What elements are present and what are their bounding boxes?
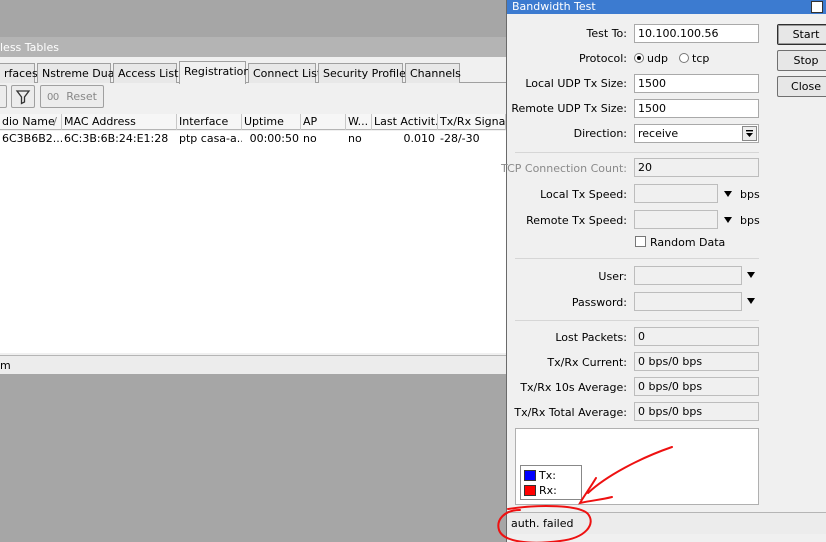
remote-tx-speed-unit: bps xyxy=(740,214,760,227)
local-udp-tx-size-input[interactable]: 1500 xyxy=(634,74,759,93)
cell-txrx-signal: -28/-30 xyxy=(440,132,480,145)
cell-last-activity: 0.010 xyxy=(403,132,436,145)
sort-icon: / xyxy=(53,115,57,128)
tab-nstreme-dual[interactable]: Nstreme Dual xyxy=(37,63,118,83)
remote-udp-tx-size-input[interactable]: 1500 xyxy=(634,99,759,118)
password-dropdown-icon[interactable] xyxy=(747,298,755,304)
tx-color-swatch xyxy=(524,470,536,481)
separator xyxy=(515,258,759,259)
cell-radio-name: 6C3B6B2... xyxy=(2,132,62,145)
cell-ap: no xyxy=(303,132,317,145)
column-header-txrx-signal[interactable]: Tx/Rx Signal xyxy=(438,114,506,130)
bandwidth-test-window: Bandwidth Test Start Stop Close Test To:… xyxy=(501,0,826,542)
tcp-connection-count-input[interactable]: 20 xyxy=(634,158,759,177)
dropdown-arrow-icon[interactable] xyxy=(742,126,757,141)
test-to-input[interactable]: 10.100.100.56 xyxy=(634,24,759,43)
direction-select[interactable]: receive xyxy=(634,124,759,143)
filter-icon xyxy=(15,90,31,105)
tab-security-profiles[interactable]: Security Profiles xyxy=(318,63,412,83)
reset-counters-button[interactable]: 00 Reset xyxy=(40,85,104,108)
user-label: User: xyxy=(598,270,627,283)
bandwidth-test-titlebar[interactable]: Bandwidth Test xyxy=(507,0,826,14)
column-header-interface[interactable]: Interface xyxy=(177,114,242,130)
rx-color-swatch xyxy=(524,485,536,496)
tab-channels[interactable]: Channels xyxy=(405,63,461,83)
random-data-checkbox[interactable] xyxy=(635,236,646,247)
status-text: auth. failed xyxy=(511,517,574,530)
lost-packets-value: 0 xyxy=(634,327,759,346)
direction-label: Direction: xyxy=(573,127,627,140)
reset-label: Reset xyxy=(66,90,97,103)
maximize-icon[interactable] xyxy=(811,1,823,13)
table-header: dio Name / MAC Address Interface Uptime … xyxy=(0,114,506,130)
stop-button[interactable]: Stop xyxy=(777,50,826,71)
tab-bar: rfaces Nstreme Dual Access List Registra… xyxy=(0,61,506,84)
test-to-label: Test To: xyxy=(586,27,627,40)
traffic-graph: Tx: Rx: xyxy=(515,428,759,505)
column-header-ap[interactable]: AP xyxy=(301,114,346,130)
tab-registration[interactable]: Registration xyxy=(179,61,250,84)
protocol-udp-radio[interactable] xyxy=(634,53,644,63)
txrx-10s-average-label: Tx/Rx 10s Average: xyxy=(520,381,627,394)
protocol-udp-label: udp xyxy=(647,52,668,65)
txrx-current-value: 0 bps/0 bps xyxy=(634,352,759,371)
direction-value: receive xyxy=(638,127,679,140)
local-tx-speed-label: Local Tx Speed: xyxy=(540,188,627,201)
cell-wds: no xyxy=(348,132,362,145)
status-bar: m xyxy=(0,355,506,374)
window-title: less Tables xyxy=(0,41,59,54)
tcp-connection-count-label: TCP Connection Count: xyxy=(501,162,627,175)
lost-packets-label: Lost Packets: xyxy=(555,331,627,344)
tx-legend-label: Tx: xyxy=(539,469,556,482)
status-text: m xyxy=(0,359,11,372)
local-tx-speed-dropdown-icon[interactable] xyxy=(724,191,732,197)
tab-access-list[interactable]: Access List xyxy=(113,63,178,83)
txrx-total-average-value: 0 bps/0 bps xyxy=(634,402,759,421)
status-bar: auth. failed xyxy=(507,512,826,534)
wireless-tables-titlebar[interactable]: less Tables xyxy=(0,37,506,57)
txrx-10s-average-value: 0 bps/0 bps xyxy=(634,377,759,396)
password-input[interactable] xyxy=(634,292,742,311)
protocol-tcp-label: tcp xyxy=(692,52,710,65)
separator xyxy=(515,320,759,321)
rx-legend-label: Rx: xyxy=(539,484,557,497)
wireless-tables-window: less Tables rfaces Nstreme Dual Access L… xyxy=(0,37,506,374)
window-title: Bandwidth Test xyxy=(512,0,596,13)
start-button[interactable]: Start xyxy=(777,24,826,45)
separator xyxy=(515,152,759,153)
cell-interface: ptp casa-a... xyxy=(179,132,242,145)
remote-tx-speed-input[interactable] xyxy=(634,210,718,229)
user-input[interactable] xyxy=(634,266,742,285)
remote-tx-speed-label: Remote Tx Speed: xyxy=(526,214,627,227)
cell-uptime: 00:00:50 xyxy=(249,132,299,145)
tab-connect-list[interactable]: Connect List xyxy=(248,63,321,83)
column-header-radio-name[interactable]: dio Name / xyxy=(0,114,62,130)
txrx-total-average-label: Tx/Rx Total Average: xyxy=(514,406,627,419)
reset-counter-icon: 00 xyxy=(47,92,59,103)
toolbar: 00 Reset xyxy=(0,85,506,111)
txrx-current-label: Tx/Rx Current: xyxy=(547,356,627,369)
table-row[interactable]: 6C3B6B2... 6C:3B:6B:24:E1:28 ptp casa-a.… xyxy=(0,131,506,146)
column-header-uptime[interactable]: Uptime xyxy=(242,114,301,130)
user-dropdown-icon[interactable] xyxy=(747,272,755,278)
random-data-label: Random Data xyxy=(650,236,726,249)
remote-udp-tx-size-label: Remote UDP Tx Size: xyxy=(511,102,627,115)
column-header-mac-address[interactable]: MAC Address xyxy=(62,114,177,130)
filter-button[interactable] xyxy=(11,85,35,108)
registration-table: 6C3B6B2... 6C:3B:6B:24:E1:28 ptp casa-a.… xyxy=(0,131,506,353)
password-label: Password: xyxy=(571,296,627,309)
protocol-tcp-radio[interactable] xyxy=(679,53,689,63)
graph-legend: Tx: Rx: xyxy=(520,465,582,500)
local-tx-speed-unit: bps xyxy=(740,188,760,201)
column-header-last-activity[interactable]: Last Activit... xyxy=(372,114,438,130)
local-tx-speed-input[interactable] xyxy=(634,184,718,203)
cell-mac-address: 6C:3B:6B:24:E1:28 xyxy=(64,132,169,145)
partial-toolbar-button[interactable] xyxy=(0,85,7,108)
protocol-label: Protocol: xyxy=(578,52,627,65)
close-button[interactable]: Close xyxy=(777,76,826,97)
remote-tx-speed-dropdown-icon[interactable] xyxy=(724,217,732,223)
local-udp-tx-size-label: Local UDP Tx Size: xyxy=(525,77,627,90)
column-header-wds[interactable]: W... xyxy=(346,114,372,130)
tab-interfaces[interactable]: rfaces xyxy=(0,63,38,83)
